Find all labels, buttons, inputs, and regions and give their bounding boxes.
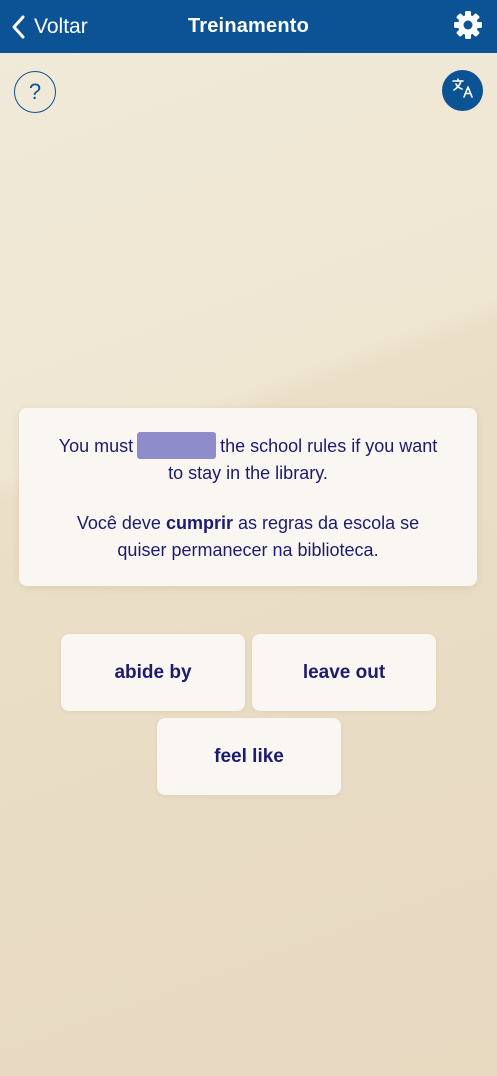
- english-sentence: You must the school rules if you want to …: [19, 432, 477, 487]
- option-button-leave-out[interactable]: leave out: [252, 634, 436, 711]
- question-mark-icon: ?: [28, 79, 42, 104]
- page-title: Treinamento: [187, 15, 310, 37]
- help-button[interactable]: ?: [14, 71, 56, 113]
- exercise-card: You must the school rules if you want to …: [19, 408, 477, 586]
- translate-button[interactable]: [442, 70, 483, 111]
- top-navigation-bar: Voltar Treinamento: [0, 0, 497, 53]
- back-button[interactable]: Voltar: [8, 0, 88, 53]
- option-button-feel-like[interactable]: feel like: [157, 718, 341, 795]
- settings-button[interactable]: [451, 10, 485, 44]
- chevron-left-icon: [8, 15, 28, 39]
- translation-highlight: cumprir: [165, 513, 233, 533]
- answer-blank[interactable]: [137, 432, 217, 459]
- translate-icon: [451, 77, 475, 104]
- sentence-before: You must: [58, 436, 134, 456]
- gear-icon: [452, 9, 484, 46]
- translation-sentence: Você deve cumprir as regras da escola se…: [19, 510, 477, 564]
- translation-after: as regras da escola se quiser permanecer…: [117, 513, 420, 560]
- translation-before: Você deve: [76, 513, 161, 533]
- back-label: Voltar: [34, 14, 88, 38]
- option-button-abide-by[interactable]: abide by: [61, 634, 245, 711]
- option-label: leave out: [302, 661, 386, 683]
- option-label: abide by: [114, 661, 192, 683]
- option-label: feel like: [214, 745, 284, 767]
